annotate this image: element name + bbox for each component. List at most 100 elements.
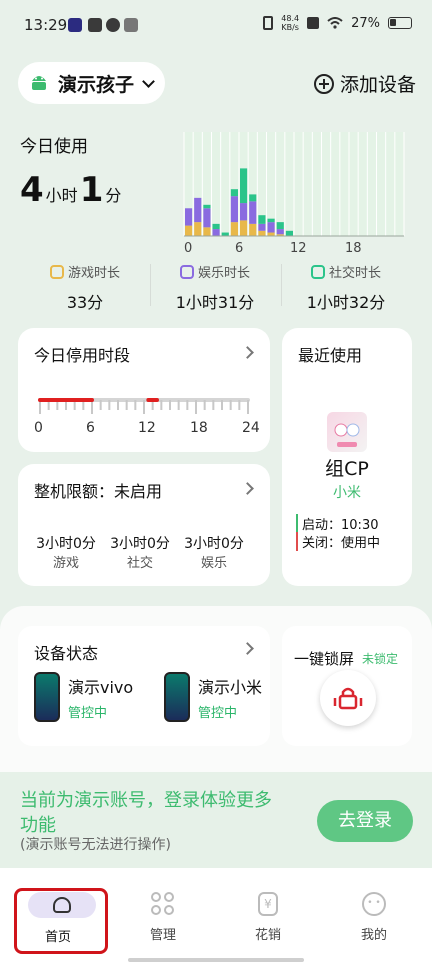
chart-bar-0	[203, 227, 211, 236]
chat-notification-icon	[106, 18, 120, 32]
login-button[interactable]: 去登录	[317, 800, 413, 842]
chart-bar-1	[194, 197, 202, 223]
device-status: 管控中	[68, 705, 108, 721]
chart-tick-label: 18	[345, 241, 362, 254]
chart-bar-2	[258, 215, 266, 224]
recent-usage-title: 最近使用	[298, 346, 363, 365]
android-icon	[32, 76, 46, 90]
vibrate-icon	[263, 16, 274, 30]
grid-icon	[151, 892, 175, 916]
status-time: 13:29	[24, 16, 68, 34]
category-icon	[179, 264, 194, 279]
tab-manage[interactable]: 管理	[133, 892, 193, 943]
chart-bar-2	[212, 223, 220, 230]
downtime-timeline	[38, 398, 250, 414]
add-device-button[interactable]: 添加设备	[313, 70, 416, 97]
chart-bar-0	[230, 222, 238, 236]
tab-label: 我的	[360, 928, 387, 943]
tab-spending[interactable]: ¥ 花销	[238, 892, 298, 943]
battery-percent: 27%	[351, 15, 380, 31]
quota-value: 3小时0分	[36, 536, 96, 552]
recent-app-name: 组CP	[325, 458, 369, 480]
lock-screen-button[interactable]	[320, 670, 376, 726]
phone-icon	[34, 672, 60, 722]
quota-label: 社交	[126, 556, 153, 571]
category-label: 社交时长	[281, 262, 411, 281]
quota-value: 3小时0分	[110, 536, 170, 552]
face-icon: • •	[362, 892, 386, 916]
child-selector[interactable]: 演示孩子	[18, 62, 166, 104]
timeline-tick-label: 12	[138, 420, 156, 436]
demo-login-banner: 当前为演示账号，登录体验更多 功能 (演示账号无法进行操作) 去登录	[0, 772, 432, 868]
photo-notification-icon	[124, 18, 138, 32]
chevron-right-icon	[241, 346, 254, 359]
chart-bar-1	[212, 229, 220, 236]
quota-value: 3小时0分	[184, 536, 244, 552]
chart-tick-label: 12	[290, 241, 307, 254]
wifi-icon	[327, 17, 343, 29]
chart-bar-2	[267, 218, 275, 223]
device-name: 演示vivo	[68, 677, 134, 697]
category-icon	[310, 264, 325, 279]
add-device-label: 添加设备	[339, 74, 416, 96]
lock-status: 未锁定	[362, 652, 399, 666]
device-status: 管控中	[198, 705, 238, 721]
downtime-title: 今日停用时段	[34, 346, 131, 365]
banner-message: 当前为演示账号，登录体验更多 功能	[20, 790, 272, 836]
close-time: 关闭：使用中	[296, 532, 380, 551]
usage-category: 游戏时长 33分	[20, 262, 150, 313]
chart-bar-1	[258, 223, 266, 231]
usage-minutes-unit: 分	[105, 186, 122, 205]
chart-bar-2	[276, 222, 284, 230]
timeline-tick-label: 18	[190, 420, 208, 436]
usage-category: 社交时长 1小时32分	[281, 262, 411, 313]
tab-home[interactable]: 首页	[28, 892, 96, 945]
device-name: 演示小米	[198, 677, 263, 697]
timeline-tick-label: 6	[86, 420, 95, 436]
device-item[interactable]: 演示小米 管控中	[164, 672, 268, 722]
plus-circle-icon	[313, 73, 334, 94]
chart-bar-2	[240, 168, 248, 204]
hourly-usage-chart[interactable]: 0 6 12 18	[176, 128, 412, 254]
quota-item: 3小时0分社交	[100, 534, 180, 574]
divider	[281, 264, 282, 306]
chevron-right-icon	[241, 642, 254, 655]
quota-title: 整机限额：未启用	[34, 482, 163, 501]
chart-bar-1	[267, 222, 275, 233]
tab-label: 管理	[149, 928, 176, 943]
divider	[150, 264, 151, 306]
tab-label: 花销	[254, 928, 281, 943]
usage-hours: 4	[20, 170, 44, 210]
chart-bar-2	[249, 194, 257, 202]
app-notification-icon	[68, 18, 82, 32]
quota-item: 3小时0分游戏	[26, 534, 106, 574]
chart-bar-0	[258, 230, 266, 236]
chevron-down-icon	[142, 74, 155, 88]
child-name: 演示孩子	[58, 73, 135, 96]
lock-icon	[333, 687, 363, 710]
app-icon	[327, 412, 367, 452]
phone-icon	[164, 672, 190, 722]
lock-title: 一键锁屏	[294, 650, 355, 668]
status-bar: 13:29 48.4 KB/s 27%	[0, 0, 432, 52]
quota-label: 娱乐	[200, 556, 227, 571]
category-value: 33分	[66, 293, 104, 312]
chart-bar-0	[194, 222, 202, 236]
device-item[interactable]: 演示vivo 管控中	[34, 672, 133, 722]
chart-bar-1	[249, 201, 257, 224]
usage-minutes: 1	[79, 170, 104, 210]
category-label: 娱乐时长	[150, 262, 280, 281]
quota-label: 游戏	[52, 556, 79, 571]
chart-tick-label: 0	[184, 241, 192, 254]
chart-bar-1	[185, 208, 193, 226]
tab-me[interactable]: • • 我的	[344, 892, 404, 943]
chart-bar-0	[267, 232, 275, 236]
chart-bar-2	[230, 189, 238, 197]
chart-bar-1	[203, 208, 211, 228]
recent-usage-card[interactable]: 最近使用 组CP 小米 启动：10:30 关闭：使用中	[282, 328, 412, 586]
chart-tick-label: 6	[235, 241, 243, 254]
screen-lock-card[interactable]: 一键锁屏 未锁定	[282, 626, 412, 746]
chart-bar-0	[185, 225, 193, 236]
home-indicator	[128, 958, 304, 962]
chart-bar-1	[276, 229, 284, 235]
